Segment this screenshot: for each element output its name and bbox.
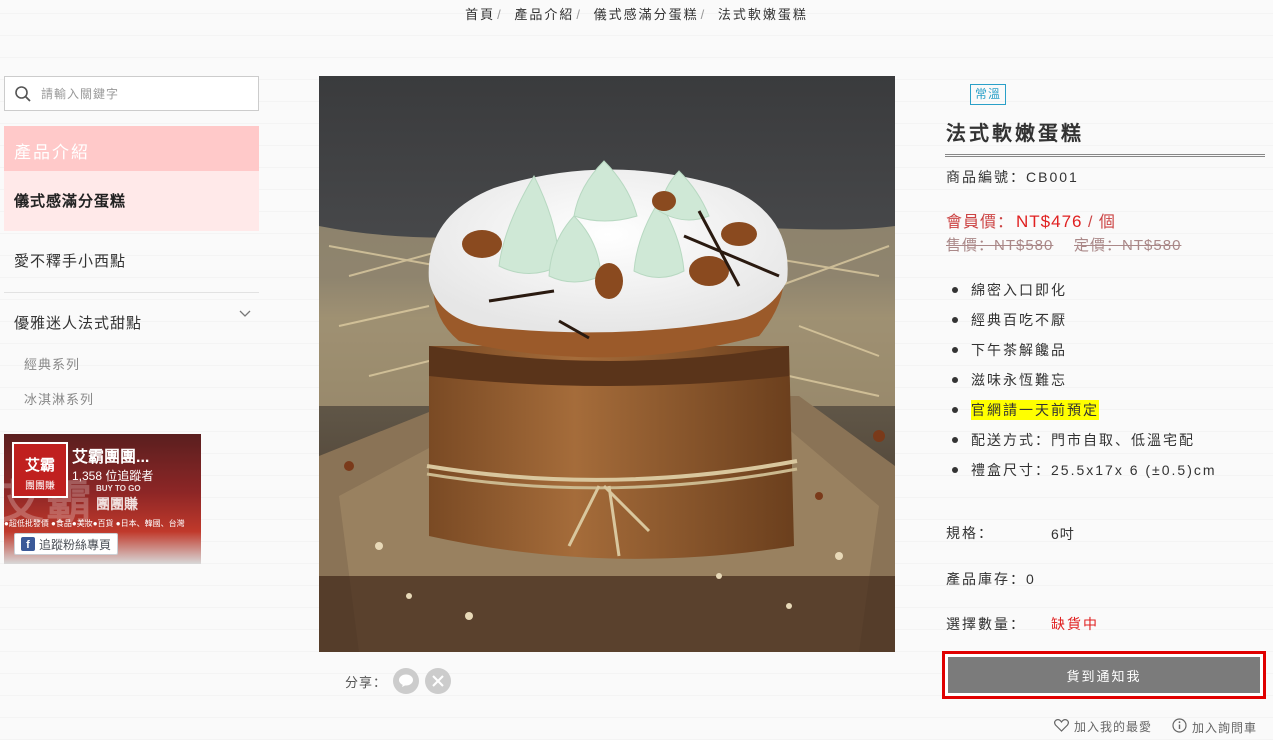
storage-badge: 常溫 — [970, 84, 1007, 105]
list-item: 滋味永恆難忘 — [952, 365, 1217, 395]
breadcrumb-home[interactable]: 首頁 — [465, 7, 495, 22]
fb-page-name[interactable]: 艾霸團團... — [72, 443, 149, 467]
sidebar-subitem-classic[interactable]: 經典系列 — [24, 354, 80, 373]
sidebar-item-label: 愛不釋手小西點 — [14, 253, 127, 270]
list-item: 下午茶解饞品 — [952, 335, 1217, 365]
notify-button-label: 貨到通知我 — [948, 657, 1260, 693]
sidebar-item-small-pastries[interactable]: 愛不釋手小西點 — [4, 231, 259, 293]
heart-icon — [1054, 718, 1069, 735]
add-inquiry-label: 加入詢問車 — [1192, 720, 1258, 735]
fb-logo-line2: 團團賺 — [25, 481, 55, 492]
sidebar-subitem-ice-cream[interactable]: 冰淇淋系列 — [24, 389, 94, 408]
out-of-stock-status: 缺貨中 — [1051, 616, 1099, 632]
breadcrumb-current: 法式軟嫩蛋糕 — [717, 7, 808, 22]
member-price-amount: NT$476 — [1016, 212, 1083, 231]
breadcrumb-separator: / — [576, 7, 582, 22]
chevron-down-icon[interactable] — [239, 305, 251, 322]
breadcrumb-separator: / — [497, 7, 503, 22]
info-icon — [1172, 718, 1187, 736]
list-item: 綿密入口即化 — [952, 275, 1217, 305]
fb-page-logo[interactable]: 艾霸 團團賺 — [12, 442, 68, 498]
add-inquiry-link[interactable]: 加入詢問車 — [1172, 718, 1257, 736]
list-item: 官網請一天前預定 — [952, 395, 1217, 425]
list-item: 禮盒尺寸：25.5x17x 6 (±0.5)cm — [952, 455, 1217, 485]
share-label: 分享： — [345, 674, 388, 690]
feature-list: 綿密入口即化 經典百吃不厭 下午茶解饞品 滋味永恆難忘 官網請一天前預定 配送方… — [952, 275, 1217, 485]
line-share-icon[interactable] — [393, 668, 420, 694]
sidebar-item-french-desserts[interactable]: 優雅迷人法式甜點 — [4, 293, 259, 355]
breadcrumb-category[interactable]: 儀式感滿分蛋糕 — [594, 7, 699, 22]
fb-cover-strip: ●超低批發價 ●食品●美妝●百貨 ●日本、韓國、台灣 — [4, 519, 185, 528]
product-image[interactable] — [319, 76, 895, 652]
fb-cover-tagline2: 團團賺 — [96, 496, 138, 512]
add-favorite-link[interactable]: 加入我的最愛 — [1054, 718, 1152, 735]
notify-restock-button[interactable]: 貨到通知我 — [942, 651, 1266, 699]
product-sku: 商品編號：CB001 — [946, 169, 1079, 185]
title-divider — [945, 154, 1265, 157]
search-icon[interactable] — [5, 85, 41, 103]
fb-follow-button[interactable]: f 追蹤粉絲專頁 — [14, 533, 119, 555]
x-share-icon[interactable] — [425, 668, 452, 694]
member-price-label: 會員價： — [946, 214, 1015, 231]
spec-option[interactable]: 6吋 — [1051, 524, 1075, 544]
facebook-icon: f — [21, 537, 35, 551]
breadcrumb-products[interactable]: 產品介紹 — [514, 7, 574, 22]
share-bar: 分享： — [345, 668, 452, 694]
fb-follow-label: 追蹤粉絲專頁 — [39, 537, 112, 552]
member-price: 會員價： NT$476 / 個 — [946, 208, 1116, 232]
preorder-notice: 官網請一天前預定 — [971, 400, 1099, 420]
list-item: 配送方式：門市自取、低溫宅配 — [952, 425, 1217, 455]
product-title: 法式軟嫩蛋糕 — [946, 123, 1084, 145]
fb-cover-tagline: BUY TO GO — [96, 484, 141, 493]
search-input[interactable] — [41, 86, 241, 101]
sale-price: 售價：NT$580 — [946, 237, 1054, 254]
stock-label: 產品庫存：0 — [946, 571, 1036, 587]
list-item: 經典百吃不厭 — [952, 305, 1217, 335]
search-box[interactable] — [4, 76, 259, 111]
category-header[interactable]: 產品介紹 — [4, 126, 259, 171]
fb-logo-line1: 艾霸 — [24, 457, 55, 474]
spec-label: 規格： — [946, 525, 994, 541]
quantity-label: 選擇數量： — [946, 616, 1026, 632]
sidebar-item-label: 優雅迷人法式甜點 — [14, 315, 143, 332]
breadcrumb: 首頁 / 產品介紹 / 儀式感滿分蛋糕 / 法式軟嫩蛋糕 — [0, 4, 1273, 23]
facebook-page-widget[interactable]: 艾霸 艾霸 團團賺 艾霸團團... 1,358 位追蹤者 BUY TO GO 團… — [4, 434, 201, 564]
add-favorite-label: 加入我的最愛 — [1074, 720, 1153, 734]
member-price-unit: / 個 — [1082, 214, 1116, 231]
fb-follower-count: 1,358 位追蹤者 — [72, 469, 154, 483]
list-price: 定價：NT$580 — [1074, 237, 1182, 254]
original-prices: 售價：NT$580 定價：NT$580 — [946, 234, 1181, 255]
sidebar-item-ceremony-cakes[interactable]: 儀式感滿分蛋糕 — [4, 171, 259, 231]
breadcrumb-separator: / — [700, 7, 707, 22]
